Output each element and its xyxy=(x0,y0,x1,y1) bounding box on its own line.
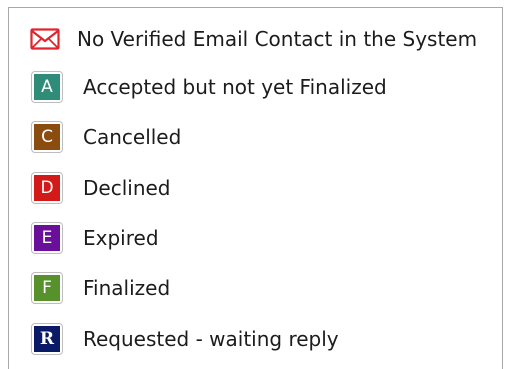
status-badge-cancelled: C xyxy=(31,121,63,153)
legend-row-email: No Verified Email Contact in the System xyxy=(29,21,477,57)
status-letter-accepted: A xyxy=(34,74,60,100)
status-letter-expired: E xyxy=(34,225,60,251)
legend-row-cancelled: C Cancelled xyxy=(31,119,181,155)
legend-label-expired: Expired xyxy=(83,226,159,250)
status-badge-expired: E xyxy=(31,222,63,254)
legend-row-finalized: F Finalized xyxy=(31,270,170,306)
legend-row-requested: R Requested - waiting reply xyxy=(31,321,339,357)
status-badge-finalized: F xyxy=(31,272,63,304)
legend-label-email: No Verified Email Contact in the System xyxy=(77,27,478,51)
status-legend: No Verified Email Contact in the System … xyxy=(8,7,503,369)
status-letter-cancelled: C xyxy=(34,124,60,150)
legend-label-requested: Requested - waiting reply xyxy=(83,327,339,351)
legend-row-expired: E Expired xyxy=(31,220,159,256)
status-badge-declined: D xyxy=(31,172,63,204)
legend-row-declined: D Declined xyxy=(31,170,171,206)
status-letter-requested: R xyxy=(34,326,60,352)
legend-label-cancelled: Cancelled xyxy=(83,125,182,149)
status-badge-requested: R xyxy=(31,323,63,355)
status-letter-finalized: F xyxy=(34,275,60,301)
status-letter-declined: D xyxy=(34,175,60,201)
status-badge-accepted: A xyxy=(31,71,63,103)
legend-label-finalized: Finalized xyxy=(83,276,171,300)
legend-label-accepted: Accepted but not yet Finalized xyxy=(83,75,387,99)
envelope-icon xyxy=(29,27,61,51)
legend-label-declined: Declined xyxy=(83,176,171,200)
legend-row-accepted: A Accepted but not yet Finalized xyxy=(31,69,387,105)
